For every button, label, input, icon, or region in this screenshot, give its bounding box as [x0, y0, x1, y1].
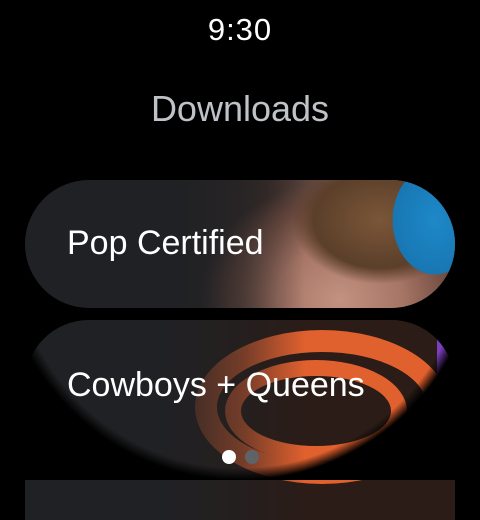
- download-item-label: Cowboys + Queens: [67, 366, 365, 404]
- page-dot-active: [221, 450, 236, 464]
- art-shape: [437, 330, 455, 390]
- download-item-pop-certified[interactable]: Pop Certified: [25, 180, 455, 308]
- download-item-label: Pop Certified: [67, 224, 264, 262]
- download-item-cowboys-queens[interactable]: Cowboys + Queens: [25, 320, 455, 520]
- page-title: Downloads: [150, 88, 330, 129]
- art-fade-overlay: [155, 320, 305, 520]
- page-indicator: [0, 450, 480, 464]
- page-dot: [244, 450, 259, 464]
- status-time: 9:30: [207, 12, 273, 47]
